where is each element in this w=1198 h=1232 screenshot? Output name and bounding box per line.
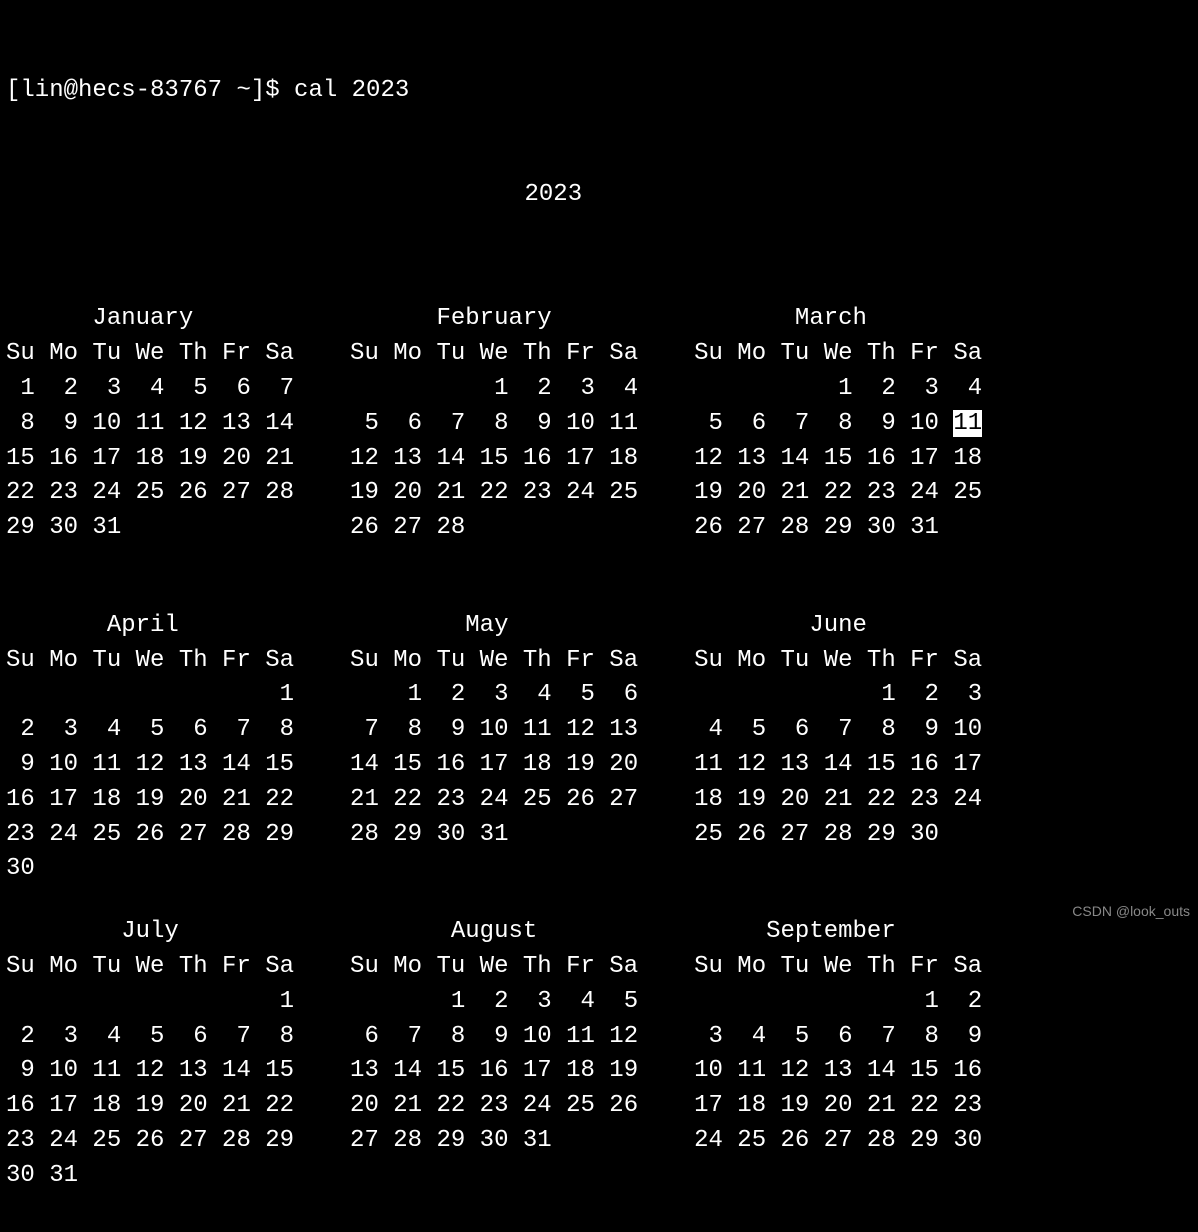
year-title: 2023 xyxy=(6,178,1192,213)
calendar-week: 11 12 13 14 15 16 17 xyxy=(694,748,982,783)
calendar-week: 26 27 28 xyxy=(350,511,638,546)
calendar-week: 23 24 25 26 27 28 29 xyxy=(6,1124,294,1159)
calendar-week: 5 6 7 8 9 10 11 xyxy=(350,407,638,442)
calendar-week: 12 13 14 15 16 17 18 xyxy=(694,442,982,477)
month-name: May xyxy=(350,609,638,644)
calendar-week: 19 20 21 22 23 24 25 xyxy=(350,476,638,511)
calendar-week: 17 18 19 20 21 22 23 xyxy=(694,1089,982,1124)
calendar-week xyxy=(350,1159,638,1194)
calendar-week: 1 2 3 4 xyxy=(694,372,982,407)
weekday-header: Su Mo Tu We Th Fr Sa xyxy=(6,337,294,372)
calendar-week: 20 21 22 23 24 25 26 xyxy=(350,1089,638,1124)
calendar-week xyxy=(350,852,638,887)
calendar-week: 30 31 xyxy=(6,1159,294,1194)
calendar-week: 29 30 31 xyxy=(6,511,294,546)
calendar-week: 30 xyxy=(6,852,294,887)
calendar-week xyxy=(694,1159,982,1194)
calendar-month-row: AprilSu Mo Tu We Th Fr Sa 1 2 3 4 5 6 7 … xyxy=(6,609,1192,887)
calendar-week: 10 11 12 13 14 15 16 xyxy=(694,1054,982,1089)
calendar-week: 23 24 25 26 27 28 29 xyxy=(6,818,294,853)
calendar-month: MarchSu Mo Tu We Th Fr Sa 1 2 3 4 5 6 7 … xyxy=(694,302,982,580)
calendar-month: JuneSu Mo Tu We Th Fr Sa 1 2 3 4 5 6 7 8… xyxy=(694,609,982,887)
calendar-grid: JanuarySu Mo Tu We Th Fr Sa 1 2 3 4 5 6 … xyxy=(6,282,1192,1193)
calendar-week: 13 14 15 16 17 18 19 xyxy=(350,1054,638,1089)
month-name: January xyxy=(6,302,294,337)
calendar-week: 22 23 24 25 26 27 28 xyxy=(6,476,294,511)
weekday-header: Su Mo Tu We Th Fr Sa xyxy=(694,337,982,372)
calendar-month: MaySu Mo Tu We Th Fr Sa 1 2 3 4 5 6 7 8 … xyxy=(350,609,638,887)
calendar-week: 25 26 27 28 29 30 xyxy=(694,818,982,853)
calendar-week: 6 7 8 9 10 11 12 xyxy=(350,1020,638,1055)
calendar-week: 1 xyxy=(6,985,294,1020)
weekday-header: Su Mo Tu We Th Fr Sa xyxy=(6,950,294,985)
month-name: July xyxy=(6,915,294,950)
calendar-month: AugustSu Mo Tu We Th Fr Sa 1 2 3 4 5 6 7… xyxy=(350,915,638,1193)
calendar-month-row: JulySu Mo Tu We Th Fr Sa 1 2 3 4 5 6 7 8… xyxy=(6,915,1192,1193)
calendar-week: 24 25 26 27 28 29 30 xyxy=(694,1124,982,1159)
calendar-week: 2 3 4 5 6 7 8 xyxy=(6,713,294,748)
calendar-week: 26 27 28 29 30 31 xyxy=(694,511,982,546)
month-name: June xyxy=(694,609,982,644)
calendar-month: JanuarySu Mo Tu We Th Fr Sa 1 2 3 4 5 6 … xyxy=(6,302,294,580)
shell-prompt: [lin@hecs-83767 ~]$ cal 2023 xyxy=(6,74,1192,109)
calendar-week: 14 15 16 17 18 19 20 xyxy=(350,748,638,783)
calendar-week xyxy=(6,546,294,581)
weekday-header: Su Mo Tu We Th Fr Sa xyxy=(694,950,982,985)
weekday-header: Su Mo Tu We Th Fr Sa xyxy=(350,644,638,679)
calendar-week xyxy=(350,546,638,581)
calendar-month: SeptemberSu Mo Tu We Th Fr Sa 1 2 3 4 5 … xyxy=(694,915,982,1193)
calendar-week: 7 8 9 10 11 12 13 xyxy=(350,713,638,748)
calendar-week: 1 xyxy=(6,678,294,713)
weekday-header: Su Mo Tu We Th Fr Sa xyxy=(6,644,294,679)
calendar-week: 19 20 21 22 23 24 25 xyxy=(694,476,982,511)
month-name: March xyxy=(694,302,982,337)
calendar-week: 16 17 18 19 20 21 22 xyxy=(6,783,294,818)
calendar-week: 9 10 11 12 13 14 15 xyxy=(6,748,294,783)
month-name: February xyxy=(350,302,638,337)
calendar-week: 21 22 23 24 25 26 27 xyxy=(350,783,638,818)
calendar-week: 1 2 3 4 5 xyxy=(350,985,638,1020)
watermark: CSDN @look_outs xyxy=(1072,901,1190,921)
calendar-month: FebruarySu Mo Tu We Th Fr Sa 1 2 3 4 5 6… xyxy=(350,302,638,580)
calendar-week: 28 29 30 31 xyxy=(350,818,638,853)
calendar-month: AprilSu Mo Tu We Th Fr Sa 1 2 3 4 5 6 7 … xyxy=(6,609,294,887)
calendar-week xyxy=(694,546,982,581)
calendar-week: 1 2 3 4 xyxy=(350,372,638,407)
calendar-week: 1 2 3 4 5 6 xyxy=(350,678,638,713)
calendar-week: 16 17 18 19 20 21 22 xyxy=(6,1089,294,1124)
calendar-week: 27 28 29 30 31 xyxy=(350,1124,638,1159)
month-name: September xyxy=(694,915,982,950)
calendar-week: 18 19 20 21 22 23 24 xyxy=(694,783,982,818)
calendar-week: 1 2 3 xyxy=(694,678,982,713)
calendar-week: 8 9 10 11 12 13 14 xyxy=(6,407,294,442)
weekday-header: Su Mo Tu We Th Fr Sa xyxy=(350,337,638,372)
calendar-week: 2 3 4 5 6 7 8 xyxy=(6,1020,294,1055)
calendar-week: 5 6 7 8 9 10 11 xyxy=(694,407,982,442)
terminal-output[interactable]: [lin@hecs-83767 ~]$ cal 2023 2023 Januar… xyxy=(0,0,1198,1232)
month-name: April xyxy=(6,609,294,644)
weekday-header: Su Mo Tu We Th Fr Sa xyxy=(350,950,638,985)
month-name: August xyxy=(350,915,638,950)
calendar-week: 15 16 17 18 19 20 21 xyxy=(6,442,294,477)
calendar-week: 12 13 14 15 16 17 18 xyxy=(350,442,638,477)
calendar-month: JulySu Mo Tu We Th Fr Sa 1 2 3 4 5 6 7 8… xyxy=(6,915,294,1193)
calendar-week: 4 5 6 7 8 9 10 xyxy=(694,713,982,748)
weekday-header: Su Mo Tu We Th Fr Sa xyxy=(694,644,982,679)
calendar-week: 1 2 3 4 5 6 7 xyxy=(6,372,294,407)
calendar-week xyxy=(694,852,982,887)
calendar-week: 1 2 xyxy=(694,985,982,1020)
calendar-week: 3 4 5 6 7 8 9 xyxy=(694,1020,982,1055)
today-highlight: 11 xyxy=(953,410,982,437)
calendar-month-row: JanuarySu Mo Tu We Th Fr Sa 1 2 3 4 5 6 … xyxy=(6,302,1192,580)
calendar-week: 9 10 11 12 13 14 15 xyxy=(6,1054,294,1089)
